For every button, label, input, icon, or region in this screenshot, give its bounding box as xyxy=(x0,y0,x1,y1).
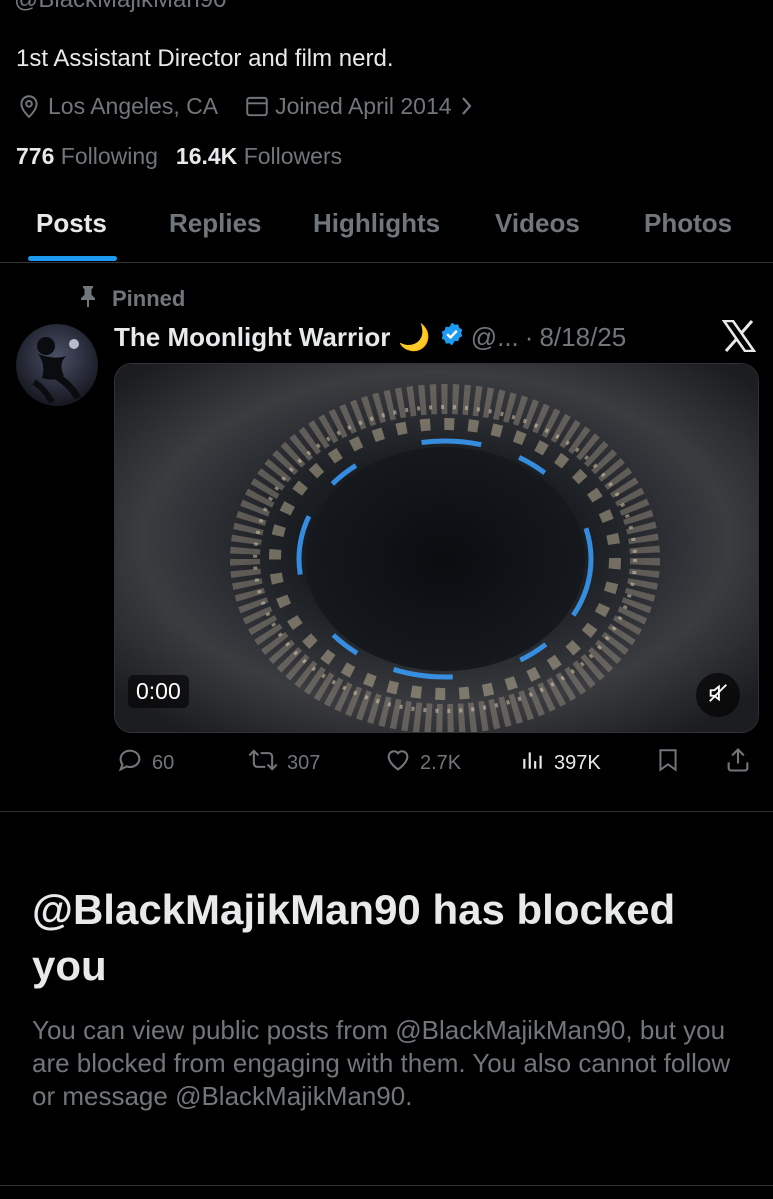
follow-stats: 776 Following 16.4K Followers xyxy=(16,143,342,170)
tab-photos[interactable]: Photos xyxy=(644,208,732,239)
tabs-divider xyxy=(0,262,773,263)
location-text: Los Angeles, CA xyxy=(48,92,219,119)
post-author-handle: @... xyxy=(470,321,519,352)
followers-label: Followers xyxy=(243,143,343,169)
post-divider xyxy=(0,811,773,812)
post-date-separator: · xyxy=(524,321,534,352)
tab-replies[interactable]: Replies xyxy=(169,208,262,239)
location-item: Los Angeles, CA xyxy=(16,93,218,120)
following-count: 776 xyxy=(16,143,55,169)
video-player[interactable] xyxy=(114,363,759,733)
like-count: 2.7K xyxy=(420,751,462,774)
followers-count: 16.4K xyxy=(175,143,238,169)
followers-link[interactable]: 16.4K Followers xyxy=(176,143,342,170)
verified-badge-icon xyxy=(439,321,465,354)
following-link[interactable]: 776 Following xyxy=(16,143,158,170)
repost-count: 307 xyxy=(287,751,321,774)
reply-count: 60 xyxy=(152,751,175,774)
like-button[interactable]: 2.7K xyxy=(384,748,461,778)
active-tab-indicator xyxy=(28,256,117,261)
chevron-right-icon xyxy=(460,95,474,117)
share-button[interactable] xyxy=(724,748,752,778)
mute-icon xyxy=(707,682,729,709)
calendar-icon xyxy=(244,93,270,119)
profile-bio: 1st Assistant Director and film nerd. xyxy=(16,45,394,72)
author-emoji: 🌙 xyxy=(398,321,431,352)
reply-button[interactable]: 60 xyxy=(116,748,174,778)
repost-icon xyxy=(247,746,279,780)
bookmark-button[interactable] xyxy=(655,748,681,778)
video-timer: 0:00 xyxy=(128,675,189,708)
following-label: Following xyxy=(60,143,158,169)
tab-highlights[interactable]: Highlights xyxy=(313,208,440,239)
share-icon xyxy=(724,746,752,780)
pinned-label: Pinned xyxy=(112,286,186,311)
joined-text: Joined April 2014 xyxy=(275,92,452,119)
tab-posts[interactable]: Posts xyxy=(36,208,107,239)
post-author-name[interactable]: The Moonlight Warrior xyxy=(114,322,390,353)
mute-button[interactable] xyxy=(696,673,740,717)
pinned-indicator: Pinned xyxy=(78,284,185,314)
avatar[interactable] xyxy=(16,324,98,406)
profile-meta: Los Angeles, CA Joined April 2014 xyxy=(16,90,474,122)
views-count: 397K xyxy=(554,751,601,774)
like-icon xyxy=(384,746,412,780)
post-date[interactable]: 8/18/25 xyxy=(539,322,626,353)
location-icon xyxy=(16,93,42,119)
blocked-title: @BlackMajikMan90 has blocked you xyxy=(32,886,676,989)
profile-handle: @BlackMajikMan90 xyxy=(14,0,226,14)
pin-icon xyxy=(78,284,98,314)
blocked-message: You can view public posts from @BlackMaj… xyxy=(32,1015,731,1111)
views-icon xyxy=(520,747,546,779)
repost-button[interactable]: 307 xyxy=(247,748,320,778)
tab-videos[interactable]: Videos xyxy=(495,208,580,239)
joined-item[interactable]: Joined April 2014 xyxy=(244,93,473,120)
reply-icon xyxy=(116,746,144,780)
x-logo-icon xyxy=(721,319,757,357)
post-header: The Moonlight Warrior 🌙 @... · 8/18/25 xyxy=(114,318,626,356)
bottom-divider xyxy=(0,1185,773,1186)
bookmark-icon xyxy=(655,746,681,780)
views-button[interactable]: 397K xyxy=(520,748,601,778)
